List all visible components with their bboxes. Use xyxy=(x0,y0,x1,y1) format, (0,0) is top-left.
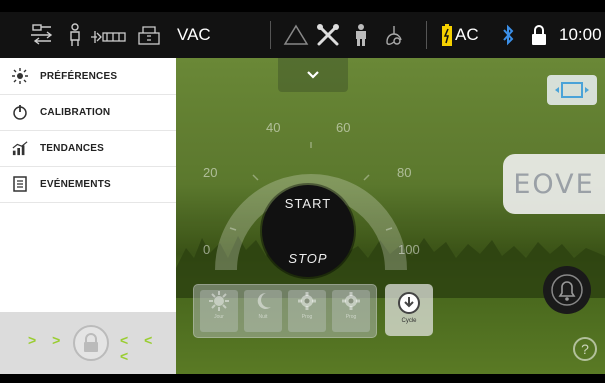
mode-label: Nuit xyxy=(258,314,268,320)
slide-to-unlock[interactable]: > > > < < < xyxy=(0,312,176,374)
mode-label: Prog xyxy=(345,314,357,320)
gear-icon xyxy=(298,292,316,310)
sun-icon xyxy=(209,291,229,311)
bottom-border xyxy=(0,374,605,383)
help-button[interactable]: ? xyxy=(573,337,597,361)
unlock-arrows-right: < < < xyxy=(120,332,159,364)
tools-icon[interactable] xyxy=(314,12,342,58)
patient-icon[interactable] xyxy=(66,12,84,58)
menu-item-preferences[interactable]: PRÉFÉRENCES xyxy=(0,58,176,95)
start-label: START xyxy=(284,196,332,211)
clock: 10:00 xyxy=(559,25,602,44)
patient-circuit-icon[interactable] xyxy=(28,12,58,58)
dial-tick-label: 60 xyxy=(336,120,351,135)
menu-item-label: CALIBRATION xyxy=(40,106,111,118)
side-menu: PRÉFÉRENCES CALIBRATION TENDANCES EVÉNEM… xyxy=(0,58,176,374)
lung-icon[interactable] xyxy=(383,12,405,58)
cycle-icon xyxy=(398,292,420,314)
brand-logo-text: EOVE xyxy=(513,168,595,200)
power-source: AC xyxy=(455,25,479,44)
alarm-triangle-icon[interactable] xyxy=(281,12,311,58)
ventilation-mode: VAC xyxy=(177,25,211,44)
menu-item-label: PRÉFÉRENCES xyxy=(40,70,118,82)
status-bar: VAC AC 10:00 xyxy=(0,12,605,58)
lock-icon[interactable] xyxy=(529,12,549,58)
expand-panel-button[interactable] xyxy=(278,58,348,92)
menu-item-calibration[interactable]: CALIBRATION xyxy=(0,94,176,131)
stop-label: STOP xyxy=(288,251,328,266)
moon-icon xyxy=(257,292,271,309)
person-icon[interactable] xyxy=(350,12,372,58)
menu-item-label: TENDANCES xyxy=(40,142,105,154)
start-stop-button[interactable]: START STOP xyxy=(262,185,354,277)
ventilator-screen: VAC AC 10:00 0 20 40 60 80 100 START STO… xyxy=(0,0,605,383)
divider xyxy=(270,21,271,49)
mode-button-prog-1[interactable]: Prog xyxy=(288,290,326,332)
ventilator-icon[interactable] xyxy=(134,12,164,58)
accessory-icon[interactable] xyxy=(88,12,130,58)
bluetooth-icon xyxy=(498,12,518,58)
menu-item-trends[interactable]: TENDANCES xyxy=(0,130,176,167)
dial-tick-label: 80 xyxy=(397,165,412,180)
cycle-label: Cycle xyxy=(401,318,417,324)
bell-icon xyxy=(551,274,583,306)
menu-item-events[interactable]: EVÉNEMENTS xyxy=(0,166,176,203)
gear-icon xyxy=(342,292,360,310)
top-border xyxy=(0,0,605,12)
alarm-bell-button[interactable] xyxy=(543,266,591,314)
brand-logo: EOVE xyxy=(503,154,605,214)
dial-tick-label: 20 xyxy=(203,165,218,180)
divider xyxy=(426,21,427,49)
document-icon xyxy=(12,176,28,192)
dial-tick-label: 0 xyxy=(203,242,211,257)
menu-item-label: EVÉNEMENTS xyxy=(40,178,111,190)
chevron-down-icon xyxy=(307,71,319,79)
mode-button-prog-2[interactable]: Prog xyxy=(332,290,370,332)
mode-selector: Jour Nuit Prog Prog xyxy=(193,284,377,338)
mode-button-day[interactable]: Jour xyxy=(200,290,238,332)
cycle-button[interactable]: Cycle xyxy=(385,284,433,336)
trend-chart-icon xyxy=(12,140,28,156)
screen-share-icon xyxy=(555,82,589,98)
mode-button-night[interactable]: Nuit xyxy=(244,290,282,332)
dial-tick-label: 100 xyxy=(398,242,420,257)
dial-tick-label: 40 xyxy=(266,120,281,135)
power-gauge-icon xyxy=(12,104,28,120)
screen-mirror-button[interactable] xyxy=(547,75,597,105)
mode-label: Prog xyxy=(301,314,313,320)
unlock-knob-icon[interactable] xyxy=(72,324,110,362)
battery-icon xyxy=(440,12,454,58)
sun-settings-icon xyxy=(12,68,28,84)
mode-label: Jour xyxy=(214,314,224,320)
